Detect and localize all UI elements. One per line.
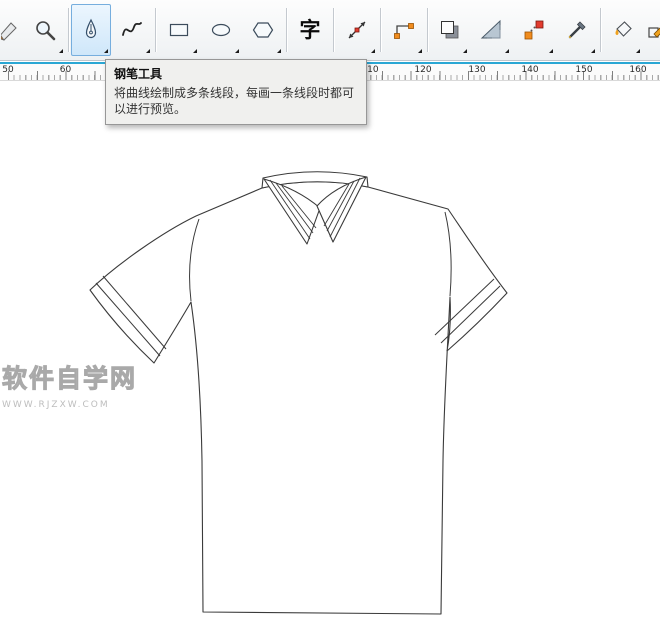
toolbar: 字 [0,0,660,61]
rectangle-icon [169,23,189,37]
ruler-number: 150 [575,65,593,75]
flyout-arrow-icon [193,49,197,53]
flyout-arrow-icon [104,49,108,53]
ruler-number: 130 [468,65,486,75]
polo-shirt-drawing[interactable] [0,81,660,635]
flyout-arrow-icon [505,49,509,53]
flyout-arrow-icon [591,49,595,53]
flyout-arrow-icon [277,49,281,53]
blend-tool-button[interactable] [512,4,556,56]
magnifier-icon [36,21,56,41]
paint-bucket-icon [615,21,632,37]
dimension-tool-button[interactable] [336,4,378,56]
drop-shadow-tool-button[interactable] [430,4,470,56]
toolbar-separator [333,8,334,52]
ruler-number: 60 [59,65,72,75]
tooltip-body: 将曲线绘制成多条线段，每画一条线段时都可以进行预览。 [114,86,355,117]
flyout-arrow-icon [59,49,63,53]
flyout-arrow-icon [418,49,422,53]
connector-icon [394,23,414,39]
zoom-tool-button[interactable] [24,4,66,56]
flyout-arrow-icon [235,49,239,53]
text-tool-glyph: 字 [299,18,321,42]
drawing-canvas[interactable]: 软件自学网 WWW.RJZXW.COM [0,81,660,635]
ruler-number: 160 [629,65,647,75]
outline-pen-tool-button[interactable] [643,4,660,56]
artistic-media-tool-button[interactable] [111,4,153,56]
contour-icon [480,19,501,39]
toolbar-separator [380,8,381,52]
ruler-number: 140 [521,65,539,75]
flyout-arrow-icon [463,49,467,53]
toolbar-separator [427,8,428,52]
rectangle-tool-button[interactable] [158,4,200,56]
smart-fill-tool-button[interactable] [603,4,643,56]
curve-squiggle-icon [122,22,142,36]
outline-pen-icon [648,27,660,38]
ruler-number: 120 [414,65,432,75]
knife-icon [1,22,17,41]
flyout-arrow-icon [146,49,150,53]
polygon-icon [252,22,274,38]
contour-tool-button[interactable] [470,4,512,56]
eyedropper-icon [568,21,586,39]
flyout-arrow-icon [636,49,640,53]
connector-tool-button[interactable] [383,4,425,56]
dimension-arrow-icon [348,21,366,39]
text-tool-button[interactable]: 字 [289,4,331,56]
pen-nib-icon [85,18,97,39]
toolbar-separator [600,8,601,52]
polygon-tool-button[interactable] [242,4,284,56]
toolbar-separator [68,8,69,52]
drop-shadow-icon [441,21,459,39]
ellipse-tool-button[interactable] [200,4,242,56]
pen-tool-tooltip: 钢笔工具 将曲线绘制成多条线段，每画一条线段时都可以进行预览。 [105,59,367,126]
toolbar-separator [286,8,287,52]
shirt-outline [89,181,508,615]
color-eyedropper-tool-button[interactable] [556,4,598,56]
ruler-number: 50 [2,65,14,75]
toolbar-separator [155,8,156,52]
tooltip-title: 钢笔工具 [114,67,163,81]
blend-icon [524,20,544,40]
vector-editor-window: 字 50 60 110 120 130 140 150 160 软件自学网 WW… [0,0,660,635]
flyout-arrow-icon [371,49,375,53]
crop-knife-tool-button[interactable] [0,4,24,56]
pen-tool-button[interactable] [71,4,111,56]
ellipse-icon [211,23,231,37]
flyout-arrow-icon [549,49,553,53]
